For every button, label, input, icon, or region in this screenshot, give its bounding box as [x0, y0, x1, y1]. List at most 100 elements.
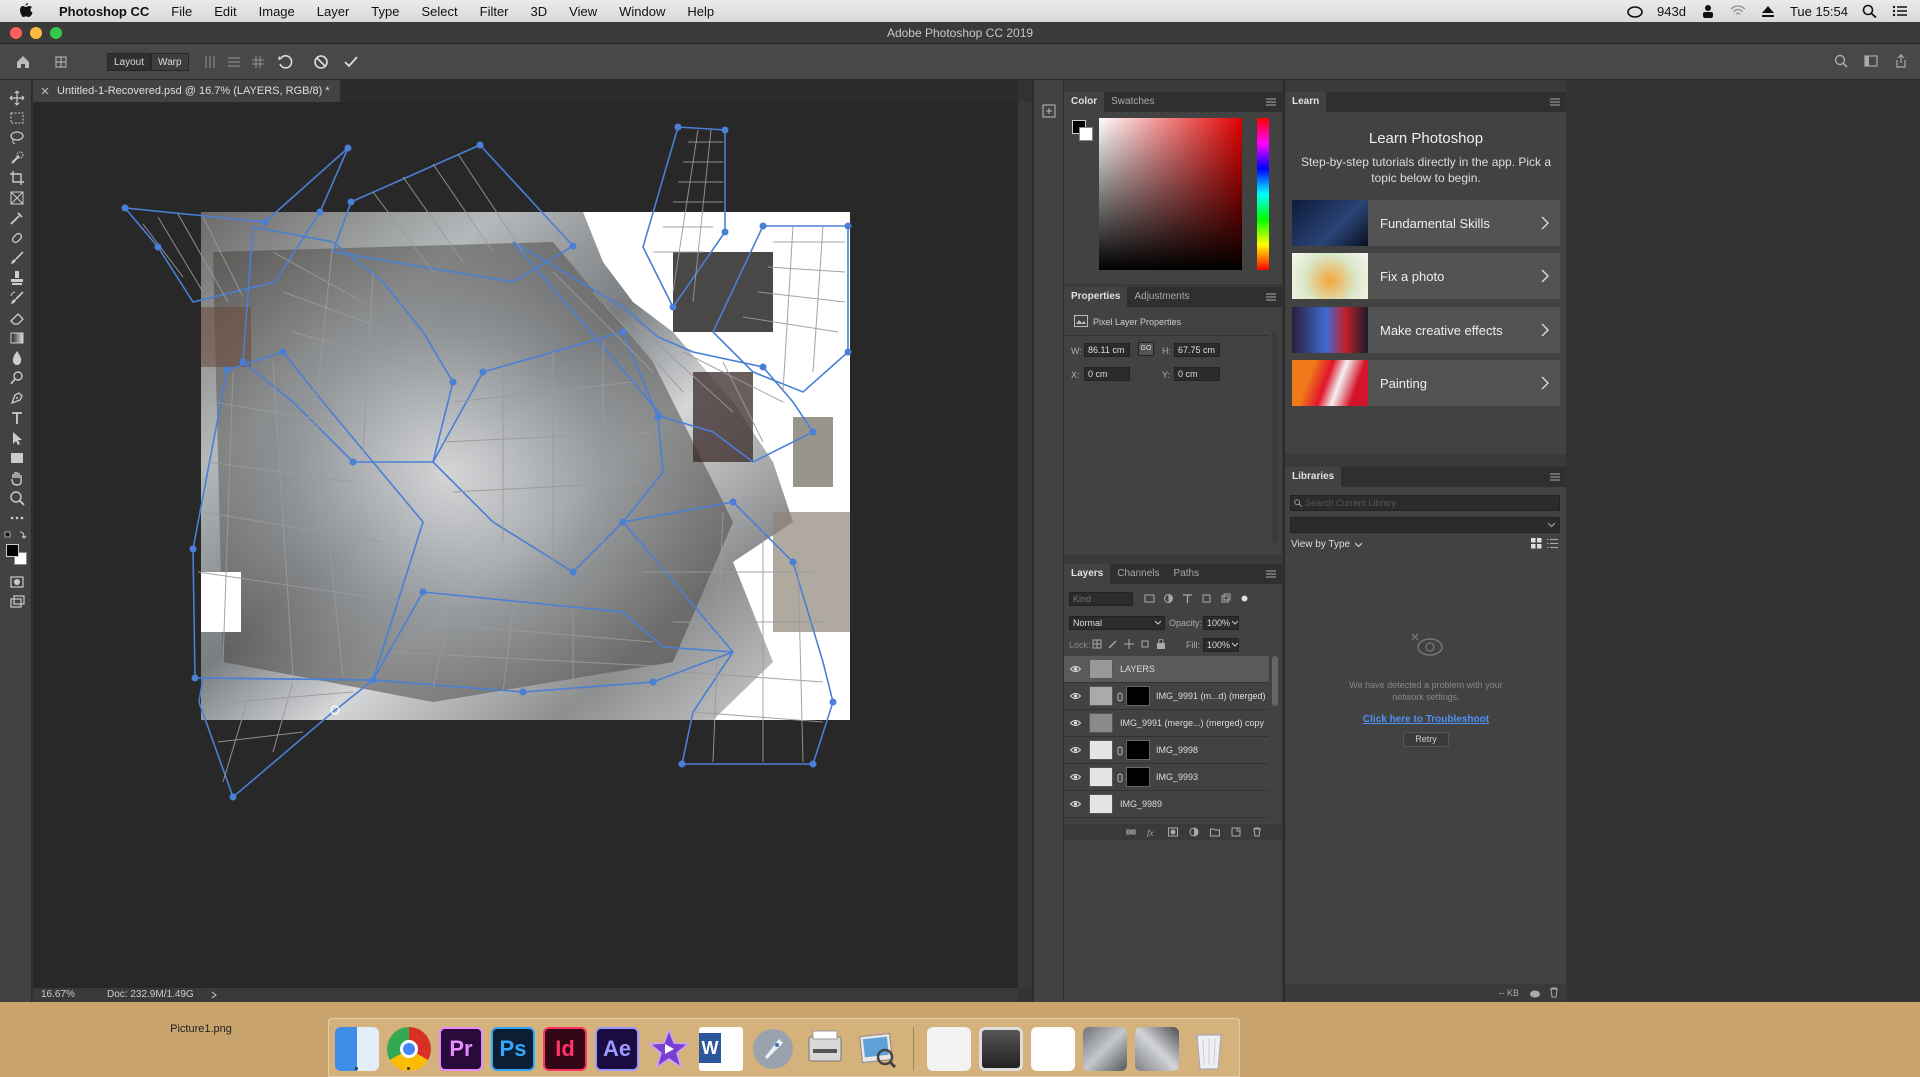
tab-learn[interactable]: Learn — [1285, 92, 1327, 112]
swap-colors-icon[interactable] — [4, 530, 28, 540]
move-tool-icon[interactable] — [9, 90, 25, 106]
quick-mask-icon[interactable] — [9, 574, 25, 590]
eyedropper-tool-icon[interactable] — [9, 210, 25, 226]
color-field[interactable] — [1099, 118, 1242, 270]
zoom-window-button[interactable] — [50, 27, 62, 39]
lock-artboard-icon[interactable] — [1140, 639, 1150, 649]
puppet-warp-tool-icon[interactable] — [53, 54, 69, 70]
cancel-transform-icon[interactable] — [313, 54, 329, 70]
mask-link-icon[interactable] — [1117, 692, 1123, 702]
trash-icon[interactable] — [1187, 1027, 1231, 1071]
new-group-icon[interactable] — [1210, 827, 1220, 837]
tab-paths[interactable]: Paths — [1167, 564, 1207, 584]
share-icon[interactable] — [1894, 54, 1908, 68]
marquee-tool-icon[interactable] — [9, 110, 25, 126]
delete-layer-icon[interactable] — [1252, 827, 1262, 837]
frame-tool-icon[interactable] — [9, 190, 25, 206]
recent-window-thumbnail[interactable] — [979, 1027, 1023, 1071]
add-mask-icon[interactable] — [1168, 827, 1178, 837]
color-swatches[interactable] — [6, 544, 28, 566]
mask-link-icon[interactable] — [1117, 773, 1123, 783]
close-window-button[interactable] — [10, 27, 22, 39]
tab-libraries[interactable]: Libraries — [1285, 467, 1342, 487]
chrome-icon[interactable] — [387, 1027, 431, 1071]
view-by-chevron-icon[interactable] — [1355, 542, 1362, 548]
menu-help[interactable]: Help — [676, 4, 725, 19]
notification-center-icon[interactable] — [1892, 4, 1908, 18]
layer-mask-thumbnail[interactable] — [1126, 767, 1150, 787]
foreground-color-swatch[interactable] — [6, 544, 19, 557]
menu-image[interactable]: Image — [248, 4, 306, 19]
visibility-eye-icon[interactable] — [1070, 746, 1081, 754]
eject-icon[interactable] — [1760, 4, 1776, 18]
canvas-area[interactable] — [33, 102, 1018, 988]
panel-background-swatch[interactable] — [1079, 127, 1093, 141]
layer-mask-thumbnail[interactable] — [1126, 740, 1150, 760]
tab-adjustments[interactable]: Adjustments — [1127, 287, 1196, 307]
tab-color[interactable]: Color — [1064, 92, 1105, 112]
cloud-sync-icon[interactable] — [1529, 988, 1541, 998]
clock-text[interactable]: Tue 15:54 — [1790, 4, 1848, 19]
word-icon[interactable]: W — [699, 1027, 743, 1071]
clone-stamp-tool-icon[interactable] — [9, 270, 25, 286]
split-horizontal-icon[interactable] — [227, 55, 241, 69]
tab-channels[interactable]: Channels — [1110, 564, 1166, 584]
downloads-stack-icon[interactable] — [927, 1027, 971, 1071]
document-tab[interactable]: Untitled-1-Recovered.psd @ 16.7% (LAYERS… — [33, 80, 340, 102]
split-crosswise-icon[interactable] — [251, 55, 265, 69]
retry-button[interactable]: Retry — [1403, 732, 1449, 747]
layers-scrollbar[interactable] — [1272, 656, 1278, 706]
layer-row-img9993[interactable]: IMG_9993 — [1064, 764, 1269, 791]
gradient-tool-icon[interactable] — [9, 330, 25, 346]
adjustment-layer-icon[interactable] — [1189, 827, 1199, 837]
menu-file[interactable]: File — [160, 4, 203, 19]
learn-card-fundamental-skills[interactable]: Fundamental Skills — [1292, 200, 1560, 246]
view-by-type-dropdown[interactable]: View by Type — [1291, 539, 1350, 550]
troubleshoot-link[interactable]: Click here to Troubleshoot — [1285, 714, 1567, 725]
wifi-icon[interactable] — [1730, 4, 1746, 18]
visibility-eye-icon[interactable] — [1070, 665, 1081, 673]
width-field[interactable]: 86.11 cm — [1084, 343, 1130, 357]
launchpad-rocket-icon[interactable] — [751, 1027, 795, 1071]
properties-panel-menu-icon[interactable] — [1266, 293, 1276, 301]
tab-properties[interactable]: Properties — [1064, 287, 1128, 307]
split-vertical-icon[interactable] — [203, 55, 217, 69]
layer-filter-kind[interactable]: Kind — [1069, 592, 1133, 606]
rectangle-tool-icon[interactable] — [9, 450, 25, 466]
y-field[interactable]: 0 cm — [1174, 367, 1220, 381]
close-tab-icon[interactable] — [41, 87, 49, 95]
link-dimensions-button[interactable]: GO — [1138, 342, 1154, 356]
link-layers-icon[interactable] — [1126, 827, 1136, 837]
tab-swatches[interactable]: Swatches — [1104, 92, 1161, 112]
after-effects-icon[interactable]: Ae — [595, 1027, 639, 1071]
menu-3d[interactable]: 3D — [520, 4, 559, 19]
canvas-vertical-scrollbar[interactable] — [1018, 102, 1032, 988]
learn-card-fix-a-photo[interactable]: Fix a photo — [1292, 253, 1560, 299]
libraries-panel-menu-icon[interactable] — [1550, 473, 1560, 481]
list-view-icon[interactable] — [1547, 538, 1558, 549]
x-field[interactable]: 0 cm — [1084, 367, 1130, 381]
library-search-input[interactable]: Search Current Library — [1290, 495, 1560, 511]
layer-row-layers[interactable]: LAYERS — [1064, 656, 1269, 683]
spotlight-search-icon[interactable] — [1862, 4, 1878, 18]
more-tools-icon[interactable] — [9, 510, 25, 526]
commit-transform-icon[interactable] — [343, 54, 359, 70]
imovie-icon[interactable] — [647, 1027, 691, 1071]
layers-panel-menu-icon[interactable] — [1266, 570, 1276, 578]
quick-selection-tool-icon[interactable] — [9, 150, 25, 166]
printer-icon[interactable] — [803, 1027, 847, 1071]
document-canvas[interactable] — [33, 102, 1018, 988]
learn-panel-menu-icon[interactable] — [1550, 98, 1560, 106]
filter-shape-icon[interactable] — [1201, 593, 1212, 604]
mask-link-icon[interactable] — [1117, 746, 1123, 756]
menu-layer[interactable]: Layer — [306, 4, 361, 19]
menu-edit[interactable]: Edit — [203, 4, 247, 19]
height-field[interactable]: 67.75 cm — [1174, 343, 1220, 357]
zoom-tool-icon[interactable] — [9, 490, 25, 506]
workspace-icon[interactable] — [1864, 54, 1878, 68]
new-layer-icon[interactable] — [1231, 827, 1241, 837]
library-select[interactable] — [1290, 517, 1560, 533]
crop-tool-icon[interactable] — [9, 170, 25, 186]
layer-row-img9989[interactable]: IMG_9989 — [1064, 791, 1269, 818]
color-panel-menu-icon[interactable] — [1266, 98, 1276, 106]
